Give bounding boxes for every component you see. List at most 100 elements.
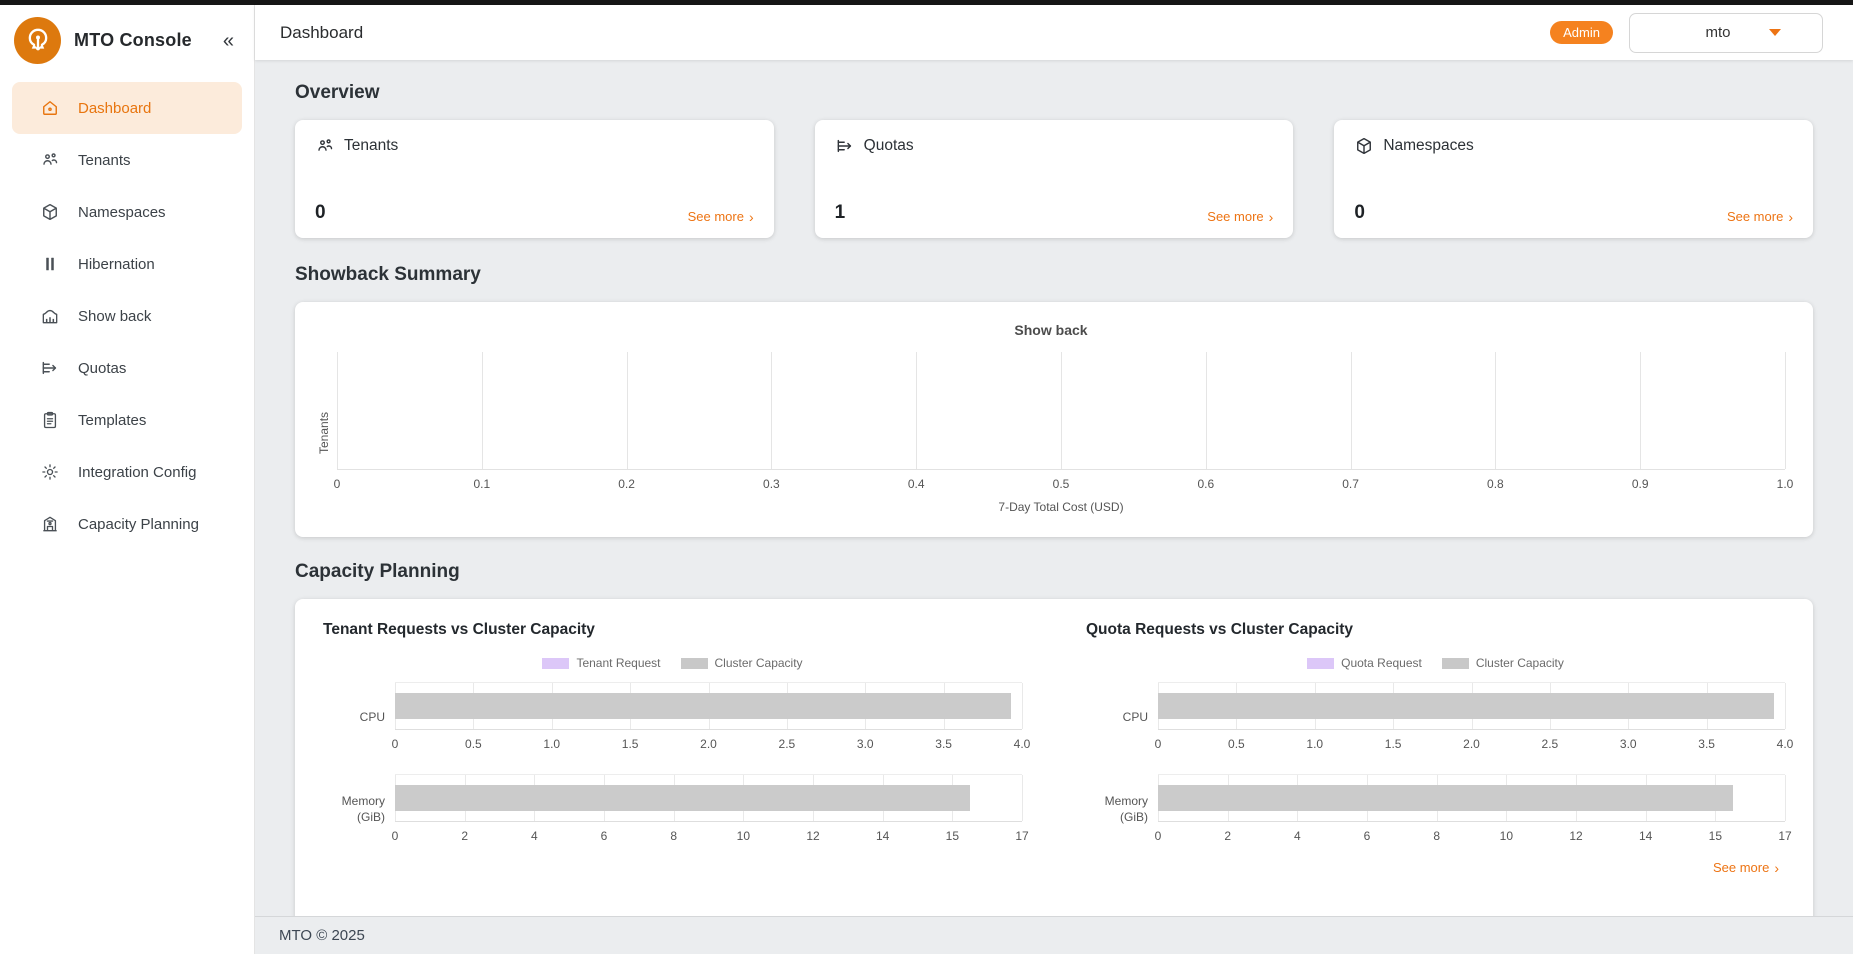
cpu-plot-area	[395, 682, 1022, 730]
gridline	[916, 352, 917, 469]
axis-tick-label: 3.0	[1620, 737, 1637, 751]
axis-tick-label: 0.8	[1487, 477, 1504, 491]
axis-tick-label: 15	[946, 829, 959, 843]
axis-tick-label: 0.4	[908, 477, 925, 491]
namespaces-icon	[40, 202, 60, 222]
cluster-capacity-bar	[395, 785, 970, 811]
cpu-plot-area	[1158, 682, 1785, 730]
axis-tick-label: 0	[1155, 737, 1162, 751]
axis-tick-label: 15	[1709, 829, 1722, 843]
chevron-right-icon: ›	[749, 210, 754, 224]
tenants-count: 0	[315, 202, 326, 224]
tenants-icon	[315, 136, 335, 156]
sidebar-item-label: Quotas	[78, 360, 126, 377]
chevron-right-icon: ›	[1269, 210, 1274, 224]
axis-tick-label: 4	[531, 829, 538, 843]
sidebar-item-label: Templates	[78, 412, 146, 429]
cluster-capacity-swatch	[681, 658, 708, 669]
tenants-card: Tenants 0 See more›	[295, 120, 774, 238]
sidebar-nav: Dashboard Tenants Namespaces Hibernation	[0, 78, 254, 554]
gridline	[337, 352, 338, 469]
hibernation-icon	[40, 254, 60, 274]
main-area: Dashboard Admin mto Overview Tena	[255, 5, 1853, 954]
axis-tick-label: 0.6	[1197, 477, 1214, 491]
tenant-chart-legend: Tenant Request Cluster Capacity	[323, 656, 1022, 670]
tenant-chart-title: Tenant Requests vs Cluster Capacity	[323, 621, 1022, 639]
gridline	[1061, 352, 1062, 469]
cpu-row-label: CPU	[323, 709, 385, 725]
tenant-capacity-chart: Tenant Requests vs Cluster Capacity Tena…	[323, 621, 1022, 844]
axis-tick-label: 0.5	[465, 737, 482, 751]
axis-tick-label: 6	[601, 829, 608, 843]
capacity-see-more-link[interactable]: See more›	[1713, 860, 1779, 875]
chevron-right-icon: ›	[1774, 861, 1779, 875]
quotas-count: 1	[835, 202, 846, 224]
axis-tick-label: 2.0	[700, 737, 717, 751]
home-icon	[40, 98, 60, 118]
sidebar-item-namespaces[interactable]: Namespaces	[12, 186, 242, 238]
sidebar-item-showback[interactable]: Show back	[12, 290, 242, 342]
chevron-down-icon	[1769, 29, 1781, 36]
axis-tick-label: 4	[1294, 829, 1301, 843]
app-title: MTO Console	[74, 30, 192, 51]
gridline	[1351, 352, 1352, 469]
sidebar-item-label: Show back	[78, 308, 151, 325]
capacity-planning-icon	[40, 514, 60, 534]
capacity-heading: Capacity Planning	[295, 561, 1813, 583]
memory-row: Memory (GiB) 024681012141517	[1086, 774, 1785, 844]
gridline	[1022, 683, 1023, 729]
axis-tick-label: 0	[334, 477, 341, 491]
axis-tick-label: 0	[392, 737, 399, 751]
axis-tick-label: 2	[1224, 829, 1231, 843]
legend-label: Cluster Capacity	[1476, 656, 1564, 670]
axis-tick-label: 4.0	[1777, 737, 1794, 751]
axis-tick-label: 3.0	[857, 737, 874, 751]
quotas-see-more-link[interactable]: See more›	[1207, 209, 1273, 224]
footer-text: MTO © 2025	[279, 927, 365, 944]
showback-xlabel: 7-Day Total Cost (USD)	[337, 500, 1785, 514]
namespaces-icon	[1354, 136, 1374, 156]
sidebar-item-templates[interactable]: Templates	[12, 394, 242, 446]
page-title: Dashboard	[280, 23, 363, 43]
axis-tick-label: 0.9	[1632, 477, 1649, 491]
axis-tick-label: 10	[1500, 829, 1513, 843]
axis-tick-label: 8	[1433, 829, 1440, 843]
app-root: MTO Console « Dashboard Tenants Names	[0, 5, 1853, 954]
cpu-x-ticks: 00.51.01.52.02.53.03.54.0	[395, 737, 1022, 752]
axis-tick-label: 0.1	[473, 477, 490, 491]
brand: MTO Console «	[0, 5, 254, 78]
axis-tick-label: 10	[737, 829, 750, 843]
sidebar-item-tenants[interactable]: Tenants	[12, 134, 242, 186]
memory-plot-area	[395, 774, 1022, 822]
sidebar-item-integration-config[interactable]: Integration Config	[12, 446, 242, 498]
quota-capacity-chart: Quota Requests vs Cluster Capacity Quota…	[1086, 621, 1785, 844]
tenants-see-more-link[interactable]: See more›	[688, 209, 754, 224]
axis-tick-label: 12	[806, 829, 819, 843]
quotas-icon	[835, 136, 855, 156]
sidebar-item-dashboard[interactable]: Dashboard	[12, 82, 242, 134]
sidebar-collapse-button[interactable]: «	[219, 29, 238, 53]
header-right: Admin mto	[1550, 13, 1823, 53]
card-title: Namespaces	[1383, 137, 1473, 155]
namespaces-count: 0	[1354, 202, 1365, 224]
namespaces-see-more-link[interactable]: See more›	[1727, 209, 1793, 224]
cluster-capacity-swatch	[1442, 658, 1469, 669]
axis-tick-label: 2.5	[1542, 737, 1559, 751]
axis-tick-label: 0	[392, 829, 399, 843]
sidebar: MTO Console « Dashboard Tenants Names	[0, 5, 255, 954]
gridline	[1495, 352, 1496, 469]
showback-chart-panel: Show back Tenants 00.10.20.30.40.50.60.7…	[295, 302, 1813, 537]
axis-tick-label: 3.5	[1698, 737, 1715, 751]
axis-tick-label: 1.0	[1777, 477, 1794, 491]
axis-tick-label: 2.0	[1463, 737, 1480, 751]
cpu-row: CPU 00.51.01.52.02.53.03.54.0	[1086, 682, 1785, 752]
sidebar-item-capacity-planning[interactable]: Capacity Planning	[12, 498, 242, 550]
sidebar-item-hibernation[interactable]: Hibernation	[12, 238, 242, 290]
templates-icon	[40, 410, 60, 430]
axis-tick-label: 0.3	[763, 477, 780, 491]
gridline	[771, 352, 772, 469]
tenant-selector[interactable]: mto	[1629, 13, 1823, 53]
sidebar-item-quotas[interactable]: Quotas	[12, 342, 242, 394]
memory-plot-area	[1158, 774, 1785, 822]
memory-row-label: Memory (GiB)	[323, 793, 385, 825]
